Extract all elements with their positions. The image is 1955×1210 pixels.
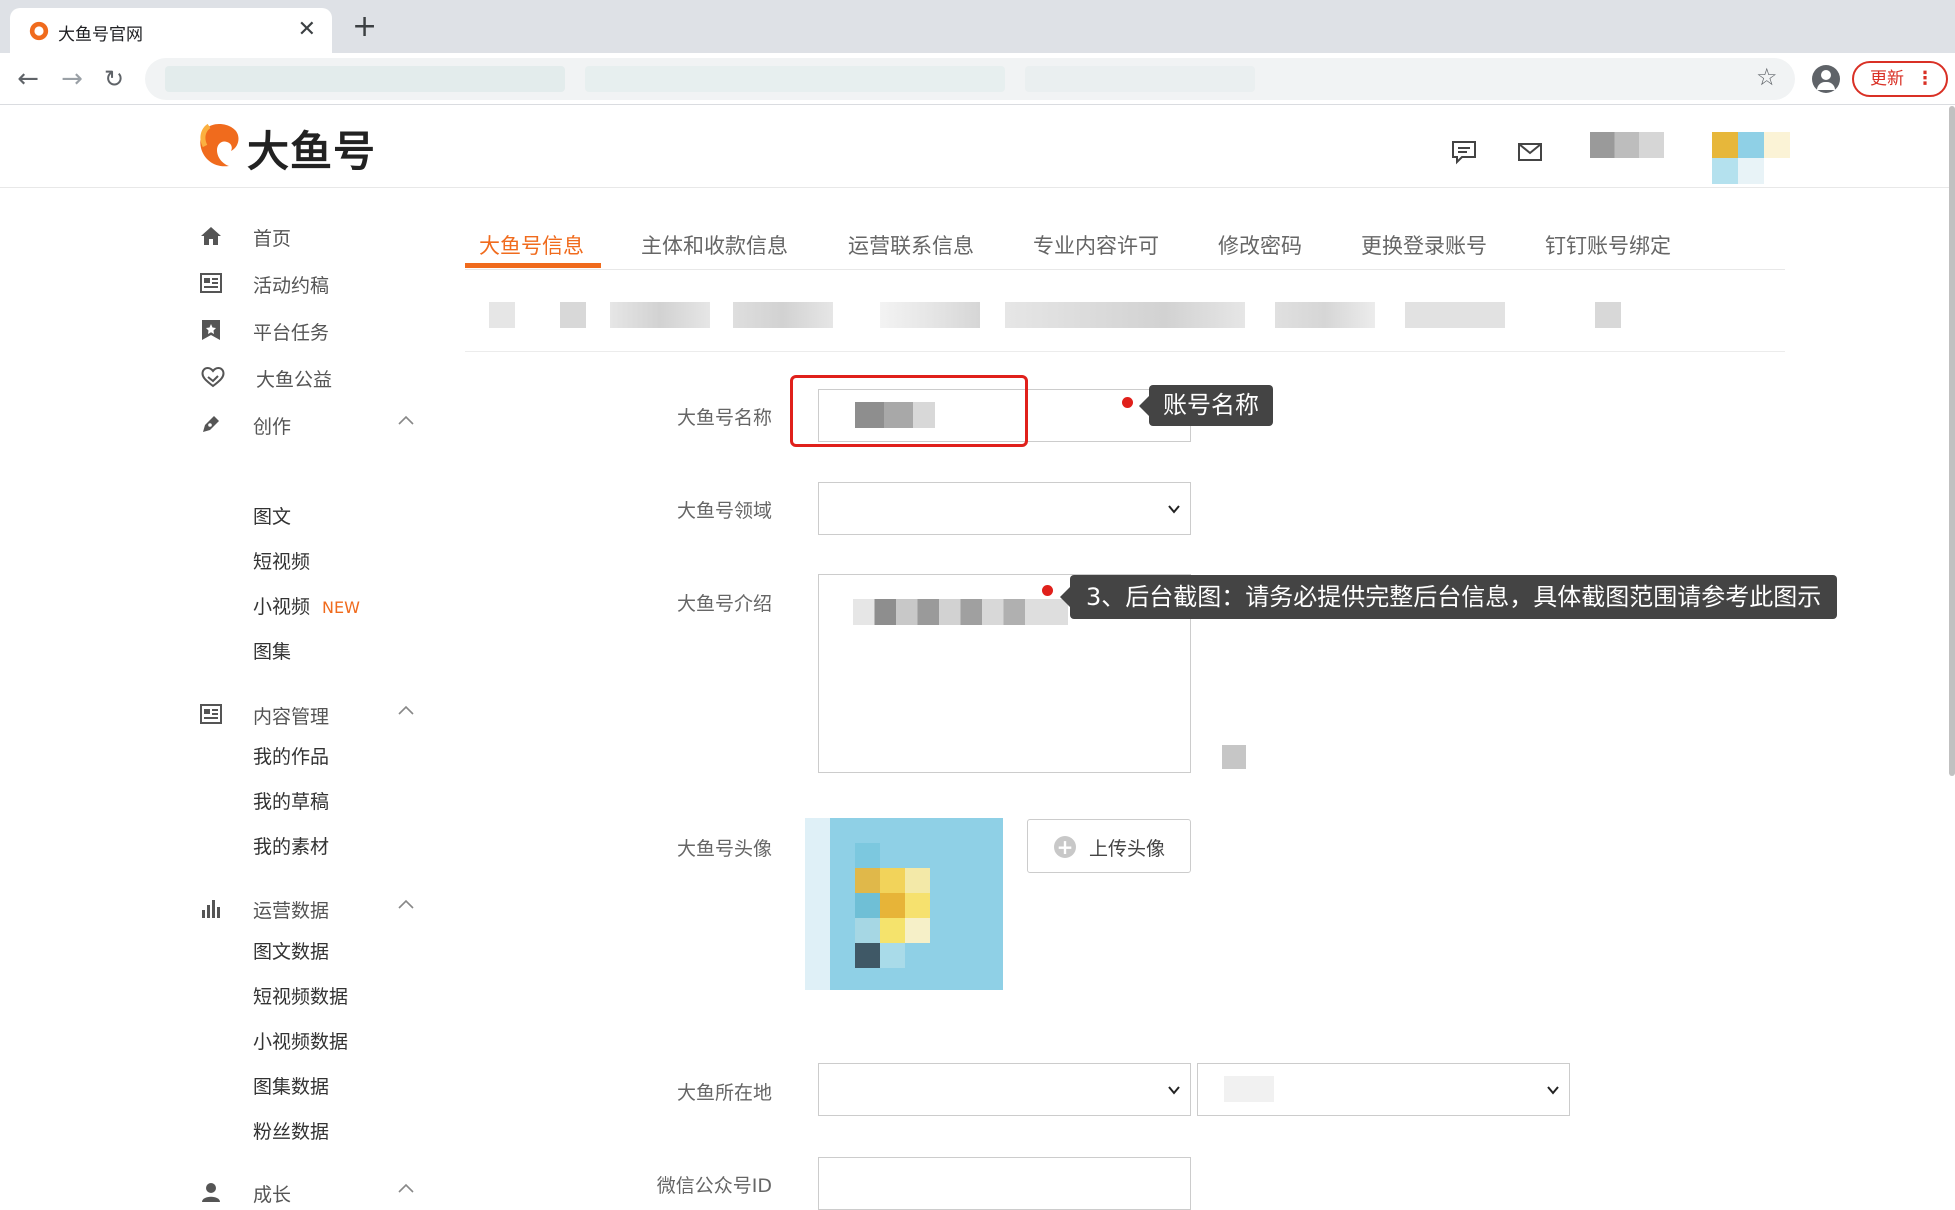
sidebar-item-charity[interactable]: 大鱼公益 (195, 359, 435, 395)
sidebar-item-growth[interactable]: 成长 (195, 1174, 435, 1210)
tab-ops-contact[interactable]: 运营联系信息 (848, 230, 974, 260)
dayu-logo-icon[interactable] (195, 120, 243, 172)
redacted-intro (853, 599, 1068, 625)
star-bookmark-icon (202, 320, 220, 340)
tab-account-info[interactable]: 大鱼号信息 (479, 230, 584, 260)
name-label: 大鱼号名称 (676, 407, 772, 429)
site-header: 大鱼号 (0, 106, 1955, 188)
redacted-counter (1222, 745, 1246, 769)
browser-tab-strip: 大鱼号官网 ✕ + (0, 0, 1955, 53)
sidebar-subitem[interactable]: 短视频 (253, 547, 310, 574)
redacted-url (1025, 66, 1255, 92)
sidebar-subitem[interactable]: 小视频数据 (253, 1027, 348, 1054)
account-avatar[interactable] (805, 818, 1003, 990)
sidebar-subitem[interactable]: 我的草稿 (253, 787, 329, 814)
redacted-url (585, 66, 1005, 92)
sidebar-item-create[interactable]: 创作 (195, 406, 435, 442)
intro-label: 大鱼号介绍 (676, 593, 772, 615)
user-avatar[interactable] (1712, 132, 1790, 184)
bookmark-star-icon[interactable]: ☆ (1756, 63, 1778, 91)
new-badge: NEW (322, 598, 360, 617)
chevron-up-icon[interactable] (397, 702, 415, 720)
redacted-username[interactable] (1590, 132, 1664, 158)
account-name-callout: 账号名称 (1139, 385, 1273, 426)
callout-marker (1122, 397, 1133, 408)
plus-circle-icon: + (1054, 836, 1076, 858)
field-label: 大鱼号领域 (676, 500, 772, 522)
sidebar-subitem[interactable]: 短视频数据 (253, 982, 348, 1009)
redacted-notice (485, 302, 1685, 330)
chevron-up-icon[interactable] (397, 1180, 415, 1198)
sidebar-item-platform-tasks[interactable]: 平台任务 (195, 312, 435, 348)
tab-change-password[interactable]: 修改密码 (1218, 230, 1302, 260)
page-scrollbar[interactable] (1949, 106, 1955, 776)
message-icon[interactable] (1450, 138, 1478, 166)
sidebar-subitem[interactable]: 图集数据 (253, 1072, 329, 1099)
tab-change-login[interactable]: 更换登录账号 (1361, 230, 1487, 260)
sidebar-subitem[interactable]: 粉丝数据 (253, 1117, 329, 1144)
sidebar-subitem[interactable]: 图文 (253, 502, 291, 529)
browser-tab[interactable]: 大鱼号官网 ✕ (10, 8, 332, 53)
sidebar-item-activities[interactable]: 活动约稿 (195, 265, 435, 301)
sidebar-subitem[interactable]: 我的作品 (253, 742, 329, 769)
mail-icon[interactable] (1516, 138, 1544, 166)
bar-chart-icon (202, 900, 220, 918)
highlight-box (790, 375, 1028, 447)
pen-icon (203, 416, 219, 432)
user-icon (202, 1183, 220, 1202)
chevron-down-icon (1168, 1085, 1180, 1095)
profile-icon[interactable] (1812, 65, 1840, 93)
settings-tabs: 大鱼号信息 主体和收款信息 运营联系信息 专业内容许可 修改密码 更换登录账号 … (465, 222, 1785, 270)
tab-dingtalk-binding[interactable]: 钉钉账号绑定 (1545, 230, 1671, 260)
active-tab-indicator (465, 263, 601, 268)
chevron-up-icon[interactable] (397, 412, 415, 430)
newspaper-icon (200, 273, 222, 293)
more-menu-icon[interactable]: ⋮ (1916, 63, 1934, 95)
sidebar-subitem[interactable]: 我的素材 (253, 832, 329, 859)
tab-title: 大鱼号官网 (58, 25, 143, 45)
tab-content-license[interactable]: 专业内容许可 (1033, 230, 1159, 260)
chevron-down-icon (1547, 1085, 1559, 1095)
section-divider (465, 351, 1785, 352)
close-tab-icon[interactable]: ✕ (298, 17, 316, 43)
update-button[interactable]: 更新 ⋮ (1852, 61, 1948, 97)
new-tab-icon[interactable]: + (352, 12, 377, 42)
city-select[interactable] (1197, 1063, 1570, 1116)
back-icon[interactable]: ← (10, 61, 46, 97)
dayu-favicon-icon (29, 21, 49, 41)
chevron-down-icon (1168, 504, 1180, 514)
logo-text[interactable]: 大鱼号 (247, 118, 376, 179)
sidebar-item-content[interactable]: 内容管理 (195, 696, 435, 732)
sidebar-subitem[interactable]: 图集 (253, 637, 291, 664)
avatar-label: 大鱼号头像 (676, 838, 772, 860)
wechat-id-input[interactable] (818, 1157, 1191, 1210)
heart-hands-icon (201, 367, 225, 388)
sidebar-subitem-mini-video[interactable]: 小视频 NEW (253, 592, 360, 619)
chevron-up-icon[interactable] (397, 896, 415, 914)
redacted-url (165, 66, 565, 92)
location-label: 大鱼所在地 (676, 1082, 772, 1104)
tab-entity-payment[interactable]: 主体和收款信息 (641, 230, 788, 260)
province-select[interactable] (818, 1063, 1191, 1116)
browser-toolbar: ← → ↻ ☆ 更新 ⋮ (0, 53, 1955, 105)
home-icon (201, 227, 221, 245)
sidebar-subitem[interactable]: 图文数据 (253, 937, 329, 964)
domain-select[interactable] (818, 482, 1191, 535)
callout-marker (1042, 585, 1053, 596)
wechat-label: 微信公众号ID (656, 1175, 772, 1197)
address-bar[interactable] (145, 58, 1795, 100)
reload-icon[interactable]: ↻ (96, 61, 132, 97)
upload-avatar-button[interactable]: + 上传头像 (1027, 819, 1191, 873)
sidebar-item-home[interactable]: 首页 (195, 218, 435, 254)
sidebar-item-ops-data[interactable]: 运营数据 (195, 890, 435, 926)
forward-icon[interactable]: → (54, 61, 90, 97)
newspaper-icon (200, 704, 222, 724)
screenshot-callout: 3、后台截图：请务必提供完整后台信息，具体截图范围请参考此图示 (1059, 575, 1838, 619)
